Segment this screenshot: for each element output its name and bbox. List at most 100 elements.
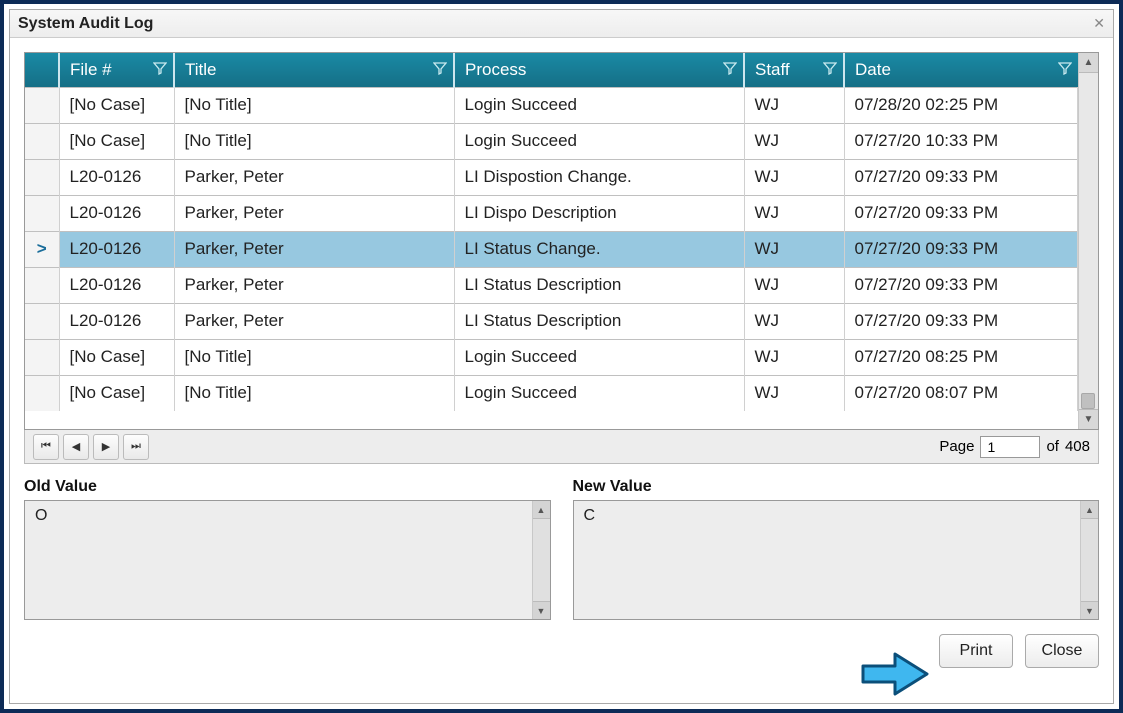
cell-date: 07/27/20 09:33 PM [844, 231, 1078, 267]
cell-staff: WJ [744, 159, 844, 195]
filter-icon[interactable] [153, 61, 167, 75]
pager-first-button[interactable]: ⏮ [33, 434, 59, 460]
cell-file: L20-0126 [59, 303, 174, 339]
row-indicator [25, 195, 59, 231]
col-header-process-label: Process [465, 60, 526, 79]
scroll-down-icon[interactable]: ▼ [533, 601, 550, 619]
col-header-title[interactable]: Title [174, 53, 454, 87]
col-header-file-label: File # [70, 60, 112, 79]
col-header-staff-label: Staff [755, 60, 790, 79]
cell-process: LI Dispo Description [454, 195, 744, 231]
cell-title: Parker, Peter [174, 195, 454, 231]
cell-file: [No Case] [59, 339, 174, 375]
close-button[interactable]: Close [1025, 634, 1099, 668]
table-row[interactable]: >L20-0126Parker, PeterLI Status Change.W… [25, 231, 1078, 267]
cell-process: Login Succeed [454, 375, 744, 411]
pager-page-input[interactable] [980, 436, 1040, 458]
cell-staff: WJ [744, 195, 844, 231]
scroll-up-icon[interactable]: ▲ [533, 501, 550, 519]
title-bar: System Audit Log ✕ [10, 10, 1113, 38]
cell-title: [No Title] [174, 87, 454, 123]
vertical-scrollbar[interactable]: ▲ ▼ [1078, 53, 1098, 429]
new-value-box: C ▲ ▼ [573, 500, 1100, 620]
table-row[interactable]: L20-0126Parker, PeterLI Status Descripti… [25, 303, 1078, 339]
cell-title: Parker, Peter [174, 267, 454, 303]
table-row[interactable]: L20-0126Parker, PeterLI Dispo Descriptio… [25, 195, 1078, 231]
cell-title: [No Title] [174, 375, 454, 411]
col-header-file[interactable]: File # [59, 53, 174, 87]
scroll-up-icon[interactable]: ▲ [1079, 53, 1098, 73]
row-indicator [25, 159, 59, 195]
row-indicator [25, 123, 59, 159]
new-value-text: C [574, 501, 1099, 531]
row-indicator: > [25, 231, 59, 267]
pager-prev-button[interactable]: ◀ [63, 434, 89, 460]
cell-title: Parker, Peter [174, 159, 454, 195]
old-value-box: O ▲ ▼ [24, 500, 551, 620]
col-header-date[interactable]: Date [844, 53, 1078, 87]
cell-staff: WJ [744, 87, 844, 123]
filter-icon[interactable] [433, 61, 447, 75]
table-row[interactable]: L20-0126Parker, PeterLI Dispostion Chang… [25, 159, 1078, 195]
scroll-thumb[interactable] [1081, 393, 1095, 409]
row-indicator [25, 375, 59, 411]
cell-staff: WJ [744, 339, 844, 375]
cell-staff: WJ [744, 123, 844, 159]
table-row[interactable]: [No Case][No Title]Login SucceedWJ07/27/… [25, 339, 1078, 375]
cell-file: L20-0126 [59, 267, 174, 303]
cell-file: L20-0126 [59, 195, 174, 231]
pager-next-button[interactable]: ▶ [93, 434, 119, 460]
close-icon[interactable]: ✕ [1093, 15, 1105, 32]
table-row[interactable]: [No Case][No Title]Login SucceedWJ07/28/… [25, 87, 1078, 123]
cell-date: 07/27/20 09:33 PM [844, 159, 1078, 195]
audit-log-window: System Audit Log ✕ File # [9, 9, 1114, 704]
cell-date: 07/27/20 10:33 PM [844, 123, 1078, 159]
cell-date: 07/27/20 09:33 PM [844, 267, 1078, 303]
col-header-title-label: Title [185, 60, 217, 79]
row-indicator [25, 303, 59, 339]
table-row[interactable]: [No Case][No Title]Login SucceedWJ07/27/… [25, 123, 1078, 159]
scroll-down-icon[interactable]: ▼ [1079, 409, 1098, 429]
row-indicator [25, 339, 59, 375]
cell-date: 07/27/20 08:07 PM [844, 375, 1078, 411]
new-value-scrollbar[interactable]: ▲ ▼ [1080, 501, 1098, 619]
table-row[interactable]: [No Case][No Title]Login SucceedWJ07/27/… [25, 375, 1078, 411]
cell-file: [No Case] [59, 123, 174, 159]
filter-icon[interactable] [823, 61, 837, 75]
cell-staff: WJ [744, 231, 844, 267]
cell-process: LI Status Description [454, 267, 744, 303]
pager-of-label: of [1046, 438, 1059, 455]
pager-label: Page [939, 438, 974, 455]
filter-icon[interactable] [723, 61, 737, 75]
col-header-staff[interactable]: Staff [744, 53, 844, 87]
col-header-date-label: Date [855, 60, 891, 79]
cell-date: 07/27/20 09:33 PM [844, 303, 1078, 339]
cell-process: Login Succeed [454, 123, 744, 159]
scroll-up-icon[interactable]: ▲ [1081, 501, 1098, 519]
row-indicator [25, 87, 59, 123]
cell-title: Parker, Peter [174, 303, 454, 339]
col-header-process[interactable]: Process [454, 53, 744, 87]
pager-total-pages: 408 [1065, 438, 1090, 455]
cell-title: [No Title] [174, 123, 454, 159]
audit-grid: File # Title [25, 53, 1078, 411]
cell-date: 07/27/20 09:33 PM [844, 195, 1078, 231]
cell-process: LI Dispostion Change. [454, 159, 744, 195]
cell-title: Parker, Peter [174, 231, 454, 267]
audit-grid-wrap: File # Title [24, 52, 1099, 430]
pager-bar: ⏮ ◀ ▶ ⏭ Page of 408 [24, 430, 1099, 464]
table-row[interactable]: L20-0126Parker, PeterLI Status Descripti… [25, 267, 1078, 303]
filter-icon[interactable] [1058, 61, 1072, 75]
cell-process: LI Status Change. [454, 231, 744, 267]
cell-process: LI Status Description [454, 303, 744, 339]
cell-staff: WJ [744, 267, 844, 303]
print-button[interactable]: Print [939, 634, 1013, 668]
cell-staff: WJ [744, 303, 844, 339]
cell-file: L20-0126 [59, 159, 174, 195]
pager-last-button[interactable]: ⏭ [123, 434, 149, 460]
cell-date: 07/28/20 02:25 PM [844, 87, 1078, 123]
cell-process: Login Succeed [454, 339, 744, 375]
scroll-down-icon[interactable]: ▼ [1081, 601, 1098, 619]
old-value-scrollbar[interactable]: ▲ ▼ [532, 501, 550, 619]
new-value-label: New Value [573, 478, 1100, 496]
